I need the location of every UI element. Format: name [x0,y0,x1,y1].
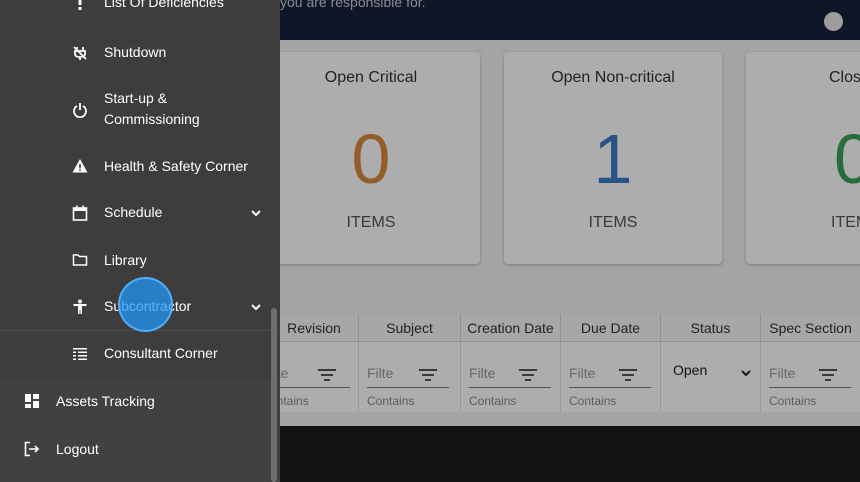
list-icon [72,346,88,362]
menu-item-label: Schedule [104,204,163,220]
menu-item-library[interactable]: Library [0,250,270,271]
menu-item-label: Health & Safety Corner [104,158,248,174]
power-off-icon [72,45,88,61]
menu-item-health-safety[interactable]: Health & Safety Corner [0,156,270,177]
menu-item-shutdown[interactable]: Shutdown [0,42,270,63]
click-ripple [118,277,173,332]
warning-icon [72,158,88,174]
menu-item-startup-commissioning[interactable]: Start-up & Commissioning [0,88,270,132]
menu-item-logout[interactable]: Logout [0,439,270,460]
exclamation-icon [72,0,88,14]
menu-item-label: Logout [56,441,99,457]
menu-item-label: Library [104,252,147,268]
menu-item-label: Assets Tracking [56,393,155,409]
menu-item-list-of-deficiencies[interactable]: List Of Deficiencies [0,0,270,16]
logout-icon [24,441,40,457]
menu-item-consultant-corner[interactable]: Consultant Corner [0,343,270,364]
menu-item-label: Shutdown [104,44,167,60]
menu-item-schedule[interactable]: Schedule [0,202,270,223]
folder-icon [72,252,88,268]
chevron-down-icon[interactable] [250,206,262,222]
chevron-down-icon[interactable] [250,300,262,316]
menu-item-assets-tracking[interactable]: Assets Tracking [0,391,270,412]
menu-item-label: List Of Deficiencies [104,0,224,10]
menu-item-label-line1: Start-up & [104,90,168,106]
drawer-scrollbar[interactable] [271,308,277,482]
navigation-drawer: List Of Deficiencies Shutdown Start-up &… [0,0,280,482]
power-icon [72,102,88,118]
menu-item-label-line2: Commissioning [104,111,200,127]
calendar-icon [72,205,88,221]
menu-item-label: Consultant Corner [104,345,218,361]
dashboard-icon [24,393,40,409]
person-icon [72,299,88,315]
